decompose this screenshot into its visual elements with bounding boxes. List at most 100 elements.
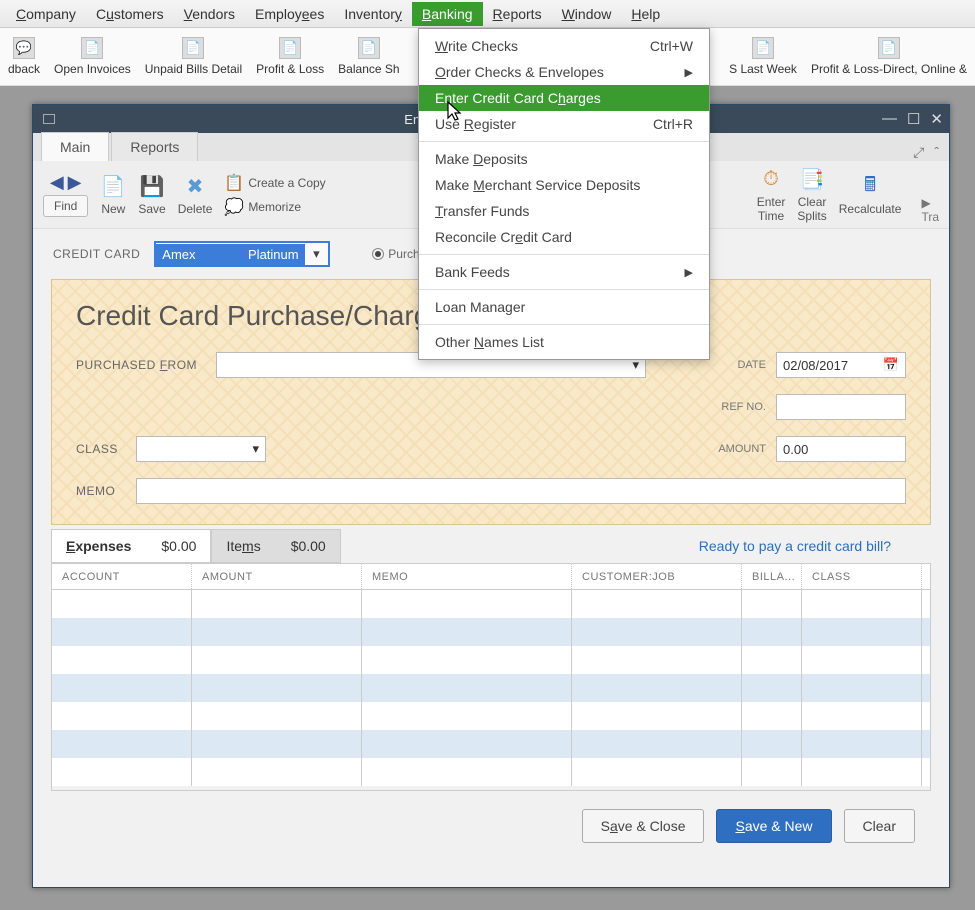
minimize-icon[interactable]: —: [882, 110, 897, 128]
system-menu-icon[interactable]: [43, 114, 55, 124]
prev-icon[interactable]: ◀: [50, 172, 64, 193]
grid-body[interactable]: [52, 590, 930, 790]
menu-use-register[interactable]: Use RegisterCtrl+R: [419, 111, 709, 137]
menu-make-deposits[interactable]: Make Deposits: [419, 146, 709, 172]
iconbar-unpaid-bills[interactable]: 📄Unpaid Bills Detail: [145, 37, 242, 76]
memo-input[interactable]: [136, 478, 906, 504]
tab-main[interactable]: Main: [41, 132, 109, 161]
class-label: CLASS: [76, 442, 136, 456]
iconbar-dback[interactable]: 💬dback: [8, 37, 40, 76]
table-row[interactable]: [52, 618, 930, 646]
doc-icon: 📄: [752, 37, 774, 59]
separator: [419, 141, 709, 142]
ready-to-pay-link[interactable]: Ready to pay a credit card bill?: [699, 538, 891, 554]
expenses-tabs: Expenses$0.00 Items$0.00 Ready to pay a …: [33, 525, 949, 563]
doc-icon: 📄: [279, 37, 301, 59]
recalculate-button[interactable]: 🖩Recalculate: [839, 174, 902, 216]
delete-icon: ✖: [182, 174, 208, 200]
doc-icon: 📄: [358, 37, 380, 59]
new-icon: 📄: [100, 174, 126, 200]
memo-label: MEMO: [76, 484, 136, 498]
banking-menu-dropdown: Write ChecksCtrl+W Order Checks & Envelo…: [418, 28, 710, 360]
next-icon[interactable]: ▶: [68, 172, 82, 193]
clock-icon: ⏱: [758, 167, 784, 193]
credit-card-label: CREDIT CARD: [53, 247, 140, 261]
save-close-button[interactable]: Save & Close: [582, 809, 705, 843]
save-new-button[interactable]: Save & New: [716, 809, 831, 843]
radio-dot-icon: [372, 248, 384, 260]
col-amount[interactable]: AMOUNT: [192, 564, 362, 589]
menu-reports[interactable]: Reports: [483, 2, 552, 26]
maximize-icon[interactable]: ☐: [907, 110, 920, 128]
menu-order-checks[interactable]: Order Checks & Envelopes▶: [419, 59, 709, 85]
iconbar-open-invoices[interactable]: 📄Open Invoices: [54, 37, 131, 76]
iconbar-balance-sheet[interactable]: 📄Balance Sh: [338, 37, 399, 76]
menu-reconcile-cc[interactable]: Reconcile Credit Card: [419, 224, 709, 250]
expand-icon[interactable]: ⤢: [913, 144, 924, 161]
menu-other-names[interactable]: Other Names List: [419, 329, 709, 355]
next-toolbar-arrow[interactable]: ▶Tra: [921, 196, 939, 228]
clear-button[interactable]: Clear: [844, 809, 915, 843]
table-row[interactable]: [52, 730, 930, 758]
col-billable[interactable]: BILLA...: [742, 564, 802, 589]
iconbar-profit-loss[interactable]: 📄Profit & Loss: [256, 37, 324, 76]
save-button[interactable]: 💾Save: [138, 174, 165, 216]
tab-items[interactable]: Items$0.00: [211, 529, 340, 563]
find-button[interactable]: Find: [43, 195, 88, 217]
memorize-button[interactable]: 💭Memorize: [224, 197, 325, 217]
menubar: Company Customers Vendors Employees Inve…: [0, 0, 975, 28]
table-row[interactable]: [52, 590, 930, 618]
separator: [419, 254, 709, 255]
expenses-grid: ACCOUNT AMOUNT MEMO CUSTOMER:JOB BILLA..…: [51, 563, 931, 791]
table-row[interactable]: [52, 674, 930, 702]
menu-loan-manager[interactable]: Loan Manager: [419, 294, 709, 320]
col-class[interactable]: CLASS: [802, 564, 922, 589]
doc-icon: 📄: [878, 37, 900, 59]
amount-input[interactable]: [776, 436, 906, 462]
col-customer[interactable]: CUSTOMER:JOB: [572, 564, 742, 589]
calendar-icon: 📅: [883, 357, 899, 373]
purchase-radio[interactable]: Purch: [372, 247, 419, 261]
menu-vendors[interactable]: Vendors: [174, 2, 245, 26]
date-input[interactable]: 02/08/2017📅: [776, 352, 906, 378]
credit-card-select[interactable]: AmexPlatinum ▾: [154, 241, 330, 267]
calc-icon: 🖩: [857, 174, 883, 200]
new-button[interactable]: 📄New: [100, 174, 126, 216]
clear-splits-button[interactable]: 📑Clear Splits: [797, 167, 826, 223]
menu-window[interactable]: Window: [552, 2, 622, 26]
create-copy-button[interactable]: 📋Create a Copy: [224, 173, 325, 193]
table-row[interactable]: [52, 702, 930, 730]
menu-help[interactable]: Help: [621, 2, 670, 26]
menu-customers[interactable]: Customers: [86, 2, 174, 26]
tab-expenses[interactable]: Expenses$0.00: [51, 529, 211, 563]
collapse-icon[interactable]: ˆ: [934, 144, 939, 161]
iconbar-last-week[interactable]: 📄S Last Week: [729, 37, 797, 76]
memorize-icon: 💭: [224, 197, 244, 217]
ref-no-label: REF NO.: [710, 401, 766, 413]
menu-company[interactable]: Company: [6, 2, 86, 26]
tab-reports[interactable]: Reports: [111, 132, 198, 161]
chevron-down-icon: ▾: [252, 441, 259, 457]
doc-icon: 📄: [182, 37, 204, 59]
menu-merchant-deposits[interactable]: Make Merchant Service Deposits: [419, 172, 709, 198]
iconbar-pl-direct[interactable]: 📄Profit & Loss-Direct, Online &: [811, 37, 967, 76]
chevron-down-icon: ▾: [305, 246, 329, 262]
purchased-from-label: PURCHASED FROM: [76, 358, 216, 372]
menu-enter-cc-charges[interactable]: Enter Credit Card Charges: [419, 85, 709, 111]
delete-button[interactable]: ✖Delete: [178, 174, 213, 216]
ref-no-input[interactable]: [776, 394, 906, 420]
table-row[interactable]: [52, 758, 930, 786]
table-row[interactable]: [52, 646, 930, 674]
close-icon[interactable]: ✕: [930, 110, 943, 128]
footer: Save & Close Save & New Clear: [33, 791, 949, 861]
enter-time-button[interactable]: ⏱Enter Time: [757, 167, 786, 223]
menu-transfer-funds[interactable]: Transfer Funds: [419, 198, 709, 224]
menu-employees[interactable]: Employees: [245, 2, 334, 26]
menu-bank-feeds[interactable]: Bank Feeds▶: [419, 259, 709, 285]
menu-inventory[interactable]: Inventory: [334, 2, 412, 26]
menu-banking[interactable]: Banking: [412, 2, 483, 26]
menu-write-checks[interactable]: Write ChecksCtrl+W: [419, 33, 709, 59]
col-account[interactable]: ACCOUNT: [52, 564, 192, 589]
col-memo[interactable]: MEMO: [362, 564, 572, 589]
class-select[interactable]: ▾: [136, 436, 266, 462]
